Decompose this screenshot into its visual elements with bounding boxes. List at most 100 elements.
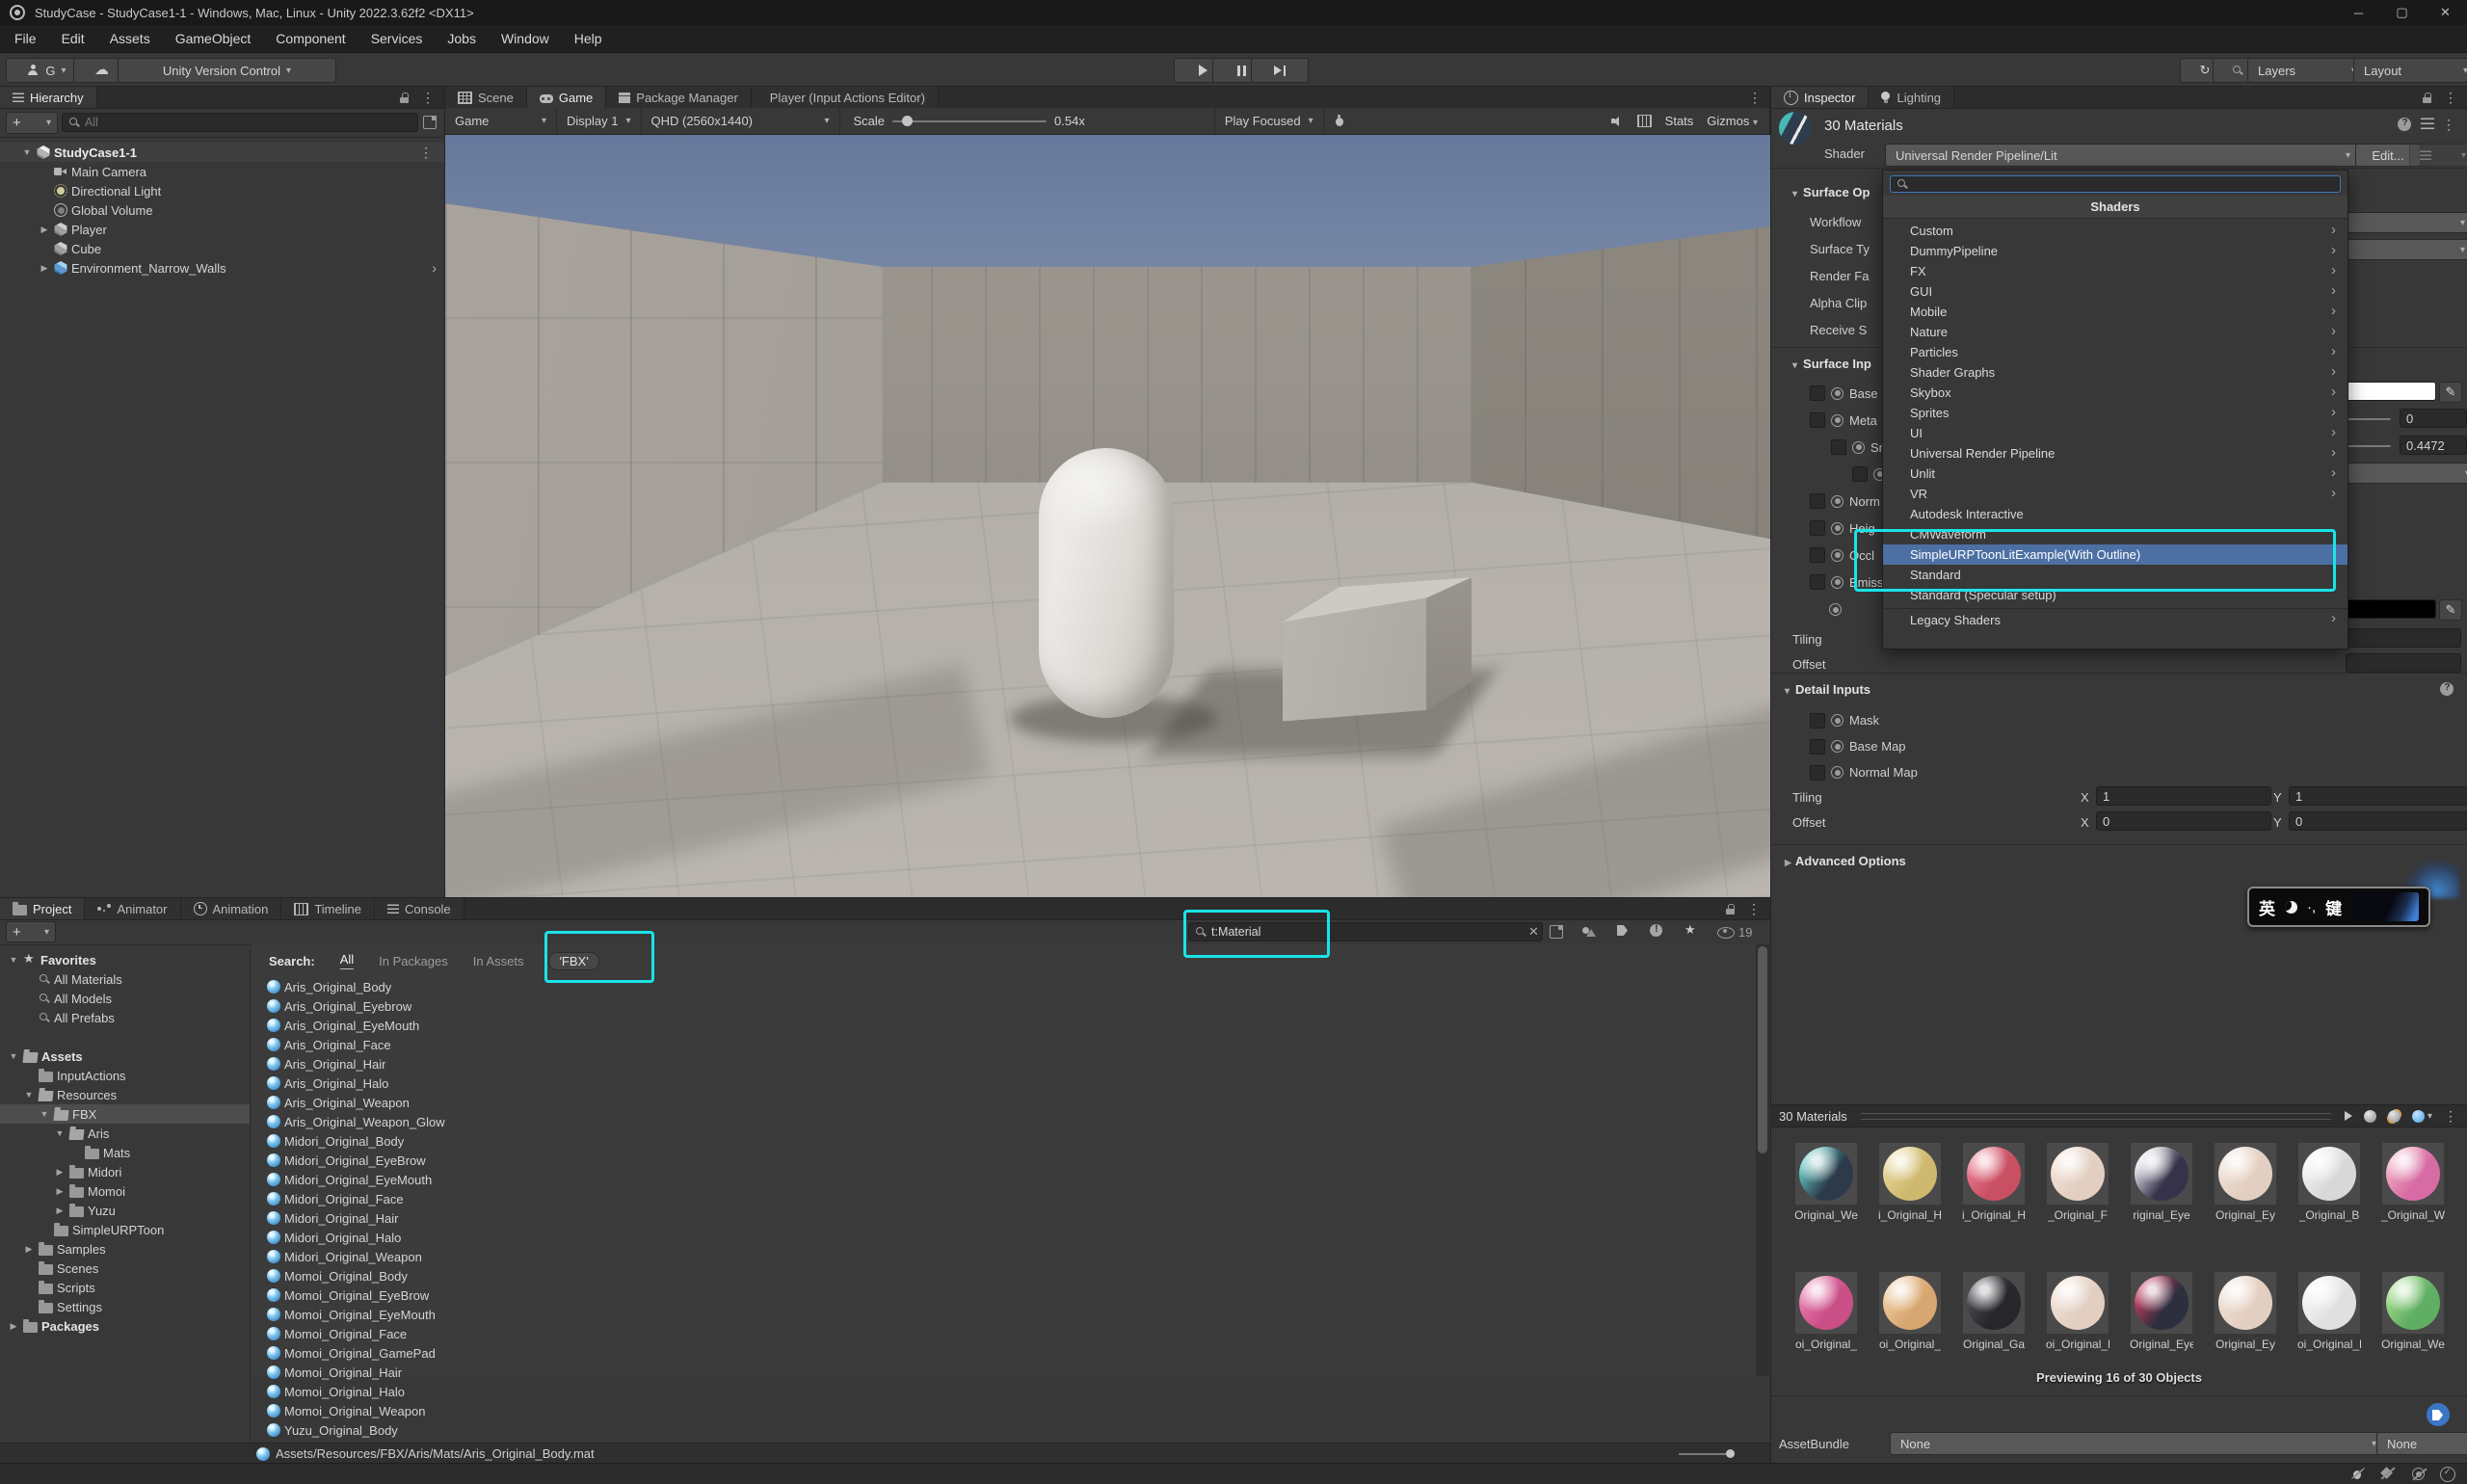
open-search-window-icon[interactable] — [1550, 925, 1563, 939]
display-dropdown[interactable]: Display 1▾ — [557, 108, 642, 134]
ime-toolbar[interactable]: 英 ·, 键 — [2247, 887, 2430, 927]
results-scrollbar[interactable] — [1756, 944, 1769, 1376]
material-result-row[interactable]: Midori_Original_Face — [252, 1189, 1756, 1208]
folder-tree-item[interactable]: Yuzu — [0, 1201, 250, 1220]
surface-options-header[interactable]: ▾Surface Op — [1792, 185, 1870, 199]
material-preview-thumb[interactable]: Original_Ey — [2215, 1272, 2276, 1351]
scrollbar-thumb[interactable] — [1758, 946, 1767, 1153]
folder-tree-item[interactable]: All Prefabs — [0, 1008, 250, 1027]
shader-option[interactable]: Autodesk Interactive — [1883, 504, 2348, 524]
game-view-kebab-icon[interactable]: ⋮ — [1748, 90, 1762, 106]
shader-option[interactable]: Sprites — [1883, 403, 2348, 423]
kebab-menu-icon[interactable]: ⋮ — [1747, 901, 1761, 917]
game-display-mode-dropdown[interactable]: Game▾ — [445, 108, 557, 134]
hierarchy-tab[interactable]: Hierarchy — [0, 87, 97, 108]
ime-key-label[interactable]: 键 — [2325, 895, 2342, 919]
inspector-tab[interactable]: Inspector — [1771, 87, 1869, 108]
bottom-tab[interactable]: Project — [0, 898, 85, 919]
material-result-row[interactable]: Aris_Original_Weapon_Glow — [252, 1112, 1756, 1131]
assetbundle-dropdown[interactable]: None▾ — [1890, 1432, 2387, 1455]
hierarchy-item[interactable]: Global Volume — [0, 200, 444, 220]
tiling-x-field[interactable]: 1 — [2096, 786, 2271, 806]
shader-option[interactable]: VR — [1883, 484, 2348, 504]
preview-sphere-icon[interactable] — [2364, 1110, 2376, 1123]
lighting-tab[interactable]: Lighting — [1869, 87, 1954, 108]
kebab-menu-icon[interactable]: ⋮ — [2444, 1108, 2457, 1125]
preview-header[interactable]: 30 Materials ▾ ⋮ — [1771, 1104, 2467, 1127]
thumbnail-size-slider[interactable] — [1679, 1453, 1735, 1455]
hierarchy-search-input[interactable] — [62, 113, 418, 132]
material-result-row[interactable]: Aris_Original_Hair — [252, 1054, 1756, 1073]
lock-icon[interactable] — [2423, 93, 2432, 103]
offset-x-field[interactable]: 0 — [2096, 811, 2271, 831]
shader-option[interactable]: FX — [1883, 261, 2348, 281]
material-preview-thumb[interactable]: oi_Original_ — [1879, 1272, 1941, 1351]
folder-tree-item[interactable]: Momoi — [0, 1181, 250, 1201]
folder-tree-item[interactable]: All Materials — [0, 969, 250, 989]
filter-importance-icon[interactable] — [1650, 924, 1662, 937]
hierarchy-item[interactable]: Cube — [0, 239, 444, 258]
asset-labels-icon[interactable] — [2427, 1403, 2450, 1426]
folder-tree-item[interactable]: Mats — [0, 1143, 250, 1162]
scope-all[interactable]: All — [340, 952, 354, 969]
shader-option[interactable]: UI — [1883, 423, 2348, 443]
material-result-row[interactable]: Momoi_Original_Body — [252, 1266, 1756, 1285]
material-result-row[interactable]: Midori_Original_EyeMouth — [252, 1170, 1756, 1189]
stats-toggle[interactable]: Stats — [1665, 114, 1694, 128]
bottom-tab[interactable]: Console — [375, 898, 464, 919]
shader-option[interactable]: Universal Render Pipeline — [1883, 443, 2348, 464]
play-focused-dropdown[interactable]: Play Focused▾ — [1214, 108, 1324, 134]
material-result-row[interactable]: Midori_Original_Body — [252, 1131, 1756, 1151]
capsule-object[interactable] — [1039, 448, 1174, 718]
folder-tree-item[interactable]: Scripts — [0, 1278, 250, 1297]
material-preview-thumb[interactable]: _Original_B — [2298, 1143, 2360, 1222]
shader-option[interactable]: Legacy Shaders — [1883, 608, 2348, 631]
material-preview-thumb[interactable]: Original_We — [1795, 1143, 1857, 1222]
material-result-row[interactable]: Aris_Original_Halo — [252, 1073, 1756, 1093]
material-result-row[interactable]: Midori_Original_Weapon — [252, 1247, 1756, 1266]
view-tab[interactable]: Package Manager — [606, 87, 752, 108]
scale-slider[interactable] — [892, 120, 1047, 122]
preview-skybox-icon[interactable] — [2412, 1110, 2425, 1123]
folder-tree-item[interactable]: Settings — [0, 1297, 250, 1316]
shader-option[interactable]: Particles — [1883, 342, 2348, 362]
filter-by-type-icon[interactable] — [1582, 925, 1596, 937]
material-result-row[interactable]: Yuzu_Original_Body — [252, 1420, 1756, 1440]
material-result-row[interactable]: Momoi_Original_GamePad — [252, 1343, 1756, 1363]
shader-option[interactable]: GUI — [1883, 281, 2348, 302]
preview-light-icon[interactable] — [2388, 1110, 2401, 1123]
minimize-button[interactable]: ─ — [2337, 0, 2380, 25]
foldout-arrow-icon[interactable] — [21, 147, 33, 157]
scene-row[interactable]: StudyCase1-1 ⋮ — [0, 143, 444, 162]
moon-icon[interactable] — [2285, 901, 2297, 914]
folder-tree-item[interactable]: Samples — [0, 1239, 250, 1259]
open-search-window-icon[interactable] — [423, 116, 437, 129]
kebab-menu-icon[interactable]: ⋮ — [2442, 117, 2455, 133]
smoothness-value-field[interactable]: 0.4472 — [2400, 436, 2467, 455]
folder-tree-item[interactable] — [0, 1027, 250, 1047]
bottom-tab[interactable]: Timeline — [281, 898, 375, 919]
filter-by-label-icon[interactable] — [1617, 925, 1628, 936]
hierarchy-item[interactable]: Player — [0, 220, 444, 239]
vsync-icon[interactable] — [1637, 115, 1652, 127]
shader-option[interactable]: Custom — [1883, 221, 2348, 241]
view-tab[interactable]: Player (Input Actions Editor) — [752, 87, 939, 108]
material-result-row[interactable]: Momoi_Original_EyeMouth — [252, 1305, 1756, 1324]
layout-dropdown[interactable]: Layout▾ — [2353, 58, 2467, 83]
mute-audio-icon[interactable] — [1611, 116, 1624, 127]
eyedropper-button[interactable]: ✎ — [2439, 599, 2462, 621]
game-viewport[interactable] — [445, 135, 1770, 897]
debug-icon[interactable] — [1334, 115, 1345, 127]
material-result-row[interactable]: Aris_Original_Weapon — [252, 1093, 1756, 1112]
folder-tree-item[interactable]: InputActions — [0, 1066, 250, 1085]
kebab-menu-icon[interactable]: ⋮ — [2444, 90, 2457, 106]
folder-tree-item[interactable]: Resources — [0, 1085, 250, 1104]
material-result-row[interactable]: Momoi_Original_Hair — [252, 1363, 1756, 1382]
offset-y-field[interactable]: 0 — [2289, 811, 2467, 831]
clear-search-icon[interactable]: ✕ — [1528, 924, 1539, 940]
folder-tree-item[interactable]: Scenes — [0, 1259, 250, 1278]
version-control-button[interactable]: Unity Version Control▾ — [118, 58, 336, 83]
advanced-options-header[interactable]: Advanced Options — [1785, 854, 1906, 868]
step-button[interactable] — [1251, 58, 1309, 83]
shader-option[interactable]: DummyPipeline — [1883, 241, 2348, 261]
